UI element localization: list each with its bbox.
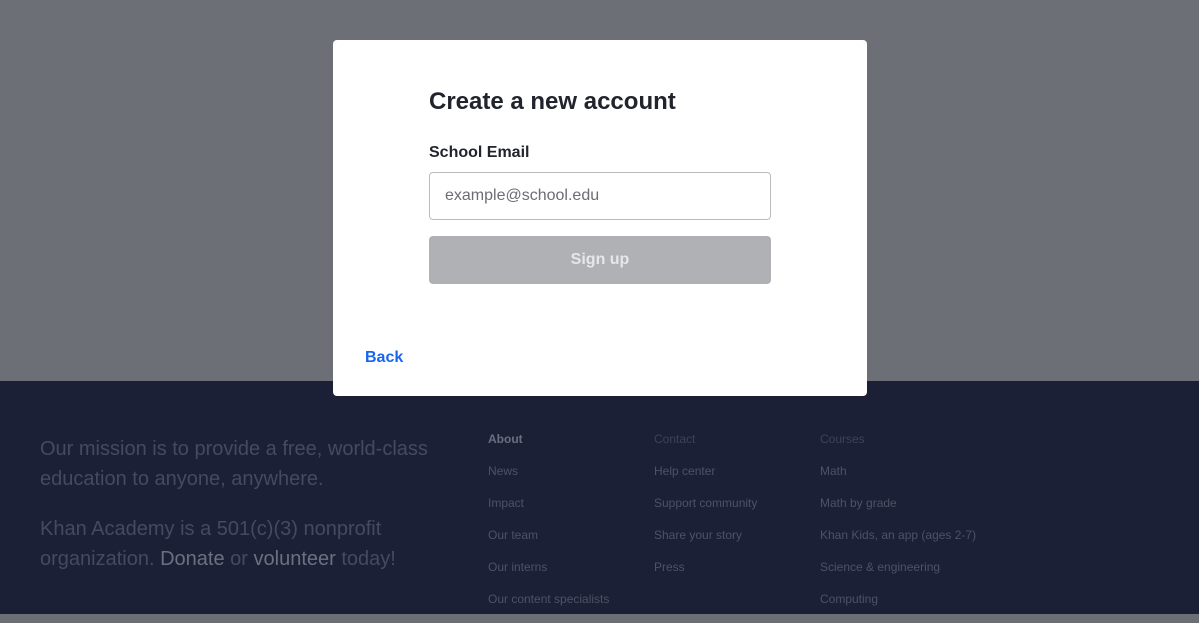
footer-link-math[interactable]: Math (820, 463, 976, 495)
footer-link-press[interactable]: Press (654, 559, 757, 591)
mission-statement: Our mission is to provide a free, world-… (40, 434, 440, 594)
signup-button[interactable]: Sign up (429, 236, 771, 284)
footer-link-khan-kids[interactable]: Khan Kids, an app (ages 2-7) (820, 527, 976, 559)
mission-line: Our mission is to provide a free, world-… (40, 438, 428, 490)
volunteer-link[interactable]: volunteer (254, 548, 336, 570)
email-label: School Email (429, 144, 530, 161)
footer-heading-courses: Courses (820, 432, 865, 446)
back-link[interactable]: Back (365, 349, 403, 367)
footer-link-computing[interactable]: Computing (820, 591, 976, 623)
email-field[interactable] (429, 172, 771, 220)
footer-link-our-interns[interactable]: Our interns (488, 559, 609, 591)
footer-heading-about: About (488, 432, 523, 446)
footer-column-contact: Contact Help center Support community Sh… (654, 431, 757, 591)
modal-title: Create a new account (429, 88, 676, 115)
donate-link[interactable]: Donate (160, 548, 225, 570)
or-text: or (230, 548, 248, 570)
footer-column-about: About News Impact Our team Our interns O… (488, 431, 609, 623)
footer-link-science-engineering[interactable]: Science & engineering (820, 559, 976, 591)
footer-link-impact[interactable]: Impact (488, 495, 609, 527)
footer-link-our-team[interactable]: Our team (488, 527, 609, 559)
footer-column-courses: Courses Math Math by grade Khan Kids, an… (820, 431, 976, 623)
footer-link-math-by-grade[interactable]: Math by grade (820, 495, 976, 527)
footer-link-news[interactable]: News (488, 463, 609, 495)
create-account-modal: Create a new account School Email Sign u… (333, 40, 867, 396)
footer: Our mission is to provide a free, world-… (0, 381, 1199, 614)
footer-link-support-community[interactable]: Support community (654, 495, 757, 527)
footer-link-help-center[interactable]: Help center (654, 463, 757, 495)
footer-link-share-story[interactable]: Share your story (654, 527, 757, 559)
nonprofit-line: Khan Academy is a 501(c)(3) nonprofit or… (40, 514, 440, 574)
footer-heading-contact: Contact (654, 432, 696, 446)
today-text: today! (341, 548, 396, 570)
footer-link-content-specialists[interactable]: Our content specialists (488, 591, 609, 623)
